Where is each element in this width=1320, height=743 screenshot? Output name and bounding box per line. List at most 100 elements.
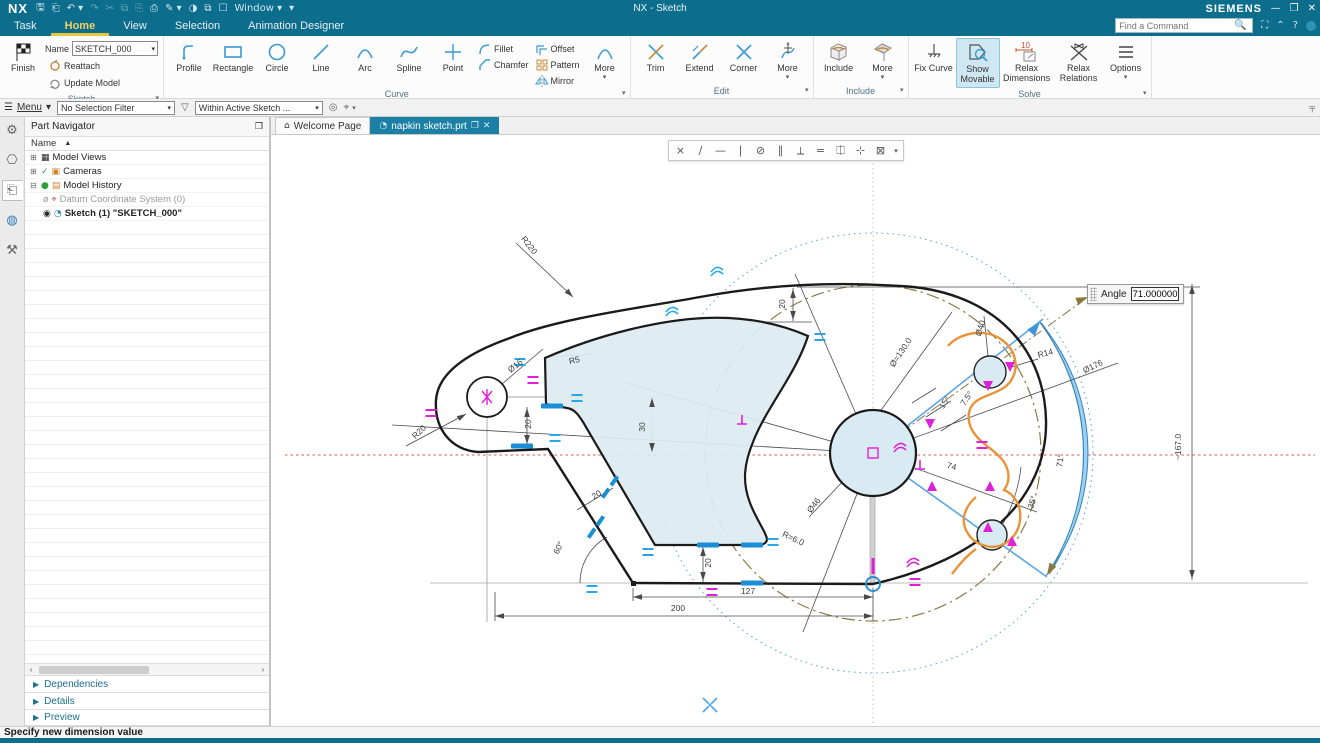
extend-button[interactable]: Extend <box>678 38 722 76</box>
sketch-options-button[interactable]: Options ▾ <box>1104 38 1148 84</box>
dimension-label[interactable]: 60° <box>551 540 566 556</box>
cut-icon[interactable]: ✂ <box>106 3 114 14</box>
find-command-box[interactable]: 🔍 <box>1115 18 1253 33</box>
pattern-button[interactable]: Pattern <box>532 57 583 72</box>
relax-relations-button[interactable]: Relax Relations <box>1054 38 1104 86</box>
dimension-label[interactable]: Ø=130.0 <box>887 336 914 369</box>
qat-customize-icon[interactable]: ▾ <box>289 3 294 14</box>
find-command-input[interactable] <box>1116 21 1234 31</box>
close-button[interactable]: ✕ <box>1308 3 1316 14</box>
dimension-label[interactable]: R=6.0 <box>781 529 806 548</box>
show-movable-button[interactable]: Show Movable <box>956 38 1000 88</box>
vertical-constraint-icon[interactable]: ❘ <box>731 142 750 159</box>
filter-icon[interactable]: ▽ <box>181 102 189 113</box>
toolbar-dropdown[interactable]: ▾ <box>891 142 901 159</box>
scroll-right-icon[interactable]: › <box>257 665 269 674</box>
selection-bar-overflow[interactable]: ╤ <box>1309 103 1315 112</box>
show-hide-icon[interactable]: ◑ <box>189 3 198 14</box>
tab-welcome-page[interactable]: ⌂ Welcome Page <box>275 117 370 134</box>
hidden-eye-icon[interactable]: ø <box>43 195 49 205</box>
dimension-edit-box[interactable]: Angle <box>1087 284 1184 304</box>
tree-item-sketch[interactable]: ◉ ◔ Sketch (1) "SKETCH_000" <box>25 207 269 221</box>
minimize-button[interactable]: — <box>1271 3 1281 14</box>
tree-item-cameras[interactable]: ⊞ ✓ ▣ Cameras <box>25 165 269 179</box>
print-icon[interactable]: ⎙ <box>150 3 158 14</box>
sketch-canvas[interactable]: R220Ø16R5R202030202060°20127200R=6.0Ø46Ø… <box>271 135 1320 726</box>
tab-task[interactable]: Task <box>0 17 51 36</box>
paste-icon[interactable]: ⎗ <box>52 3 60 14</box>
sketch-drawing[interactable]: R220Ø16R5R202030202060°20127200R=6.0Ø46Ø… <box>271 135 1320 726</box>
circle-button[interactable]: Circle <box>255 38 299 76</box>
dependencies-panel[interactable]: ▶ Dependencies <box>25 675 269 692</box>
minimize-ribbon-icon[interactable]: ⌃ <box>1276 20 1284 31</box>
rectangle-button[interactable]: Rectangle <box>211 38 255 76</box>
menu-button[interactable]: ☰ Menu ▾ <box>4 102 51 113</box>
expand-icon[interactable]: ⊞ <box>29 167 38 176</box>
selection-filter-select[interactable]: No Selection Filter▾ <box>57 101 175 115</box>
corner-button[interactable]: Corner <box>722 38 766 76</box>
horizontal-constraint-icon[interactable]: — <box>711 142 730 159</box>
selection-scope-select[interactable]: Within Active Sketch ...▾ <box>195 101 323 115</box>
spline-button[interactable]: Spline <box>387 38 431 76</box>
fullscreen-icon[interactable]: ⛶ <box>1261 20 1268 31</box>
help-icon[interactable]: ? <box>1293 20 1298 31</box>
tree-item-model-views[interactable]: ⊞ ▦ Model Views <box>25 151 269 165</box>
offset-button[interactable]: Offset <box>532 41 583 56</box>
tab-napkin-sketch[interactable]: ◔ napkin sketch.prt ❐ ✕ <box>370 117 499 134</box>
perpendicular-constraint-icon[interactable]: ⟂ <box>791 142 810 159</box>
curve-more-button[interactable]: More ▾ <box>583 38 627 84</box>
point-on-curve-constraint-icon[interactable]: ∕ <box>691 142 710 159</box>
user-presence-icon[interactable] <box>1306 21 1316 31</box>
trim-button[interactable]: Trim <box>634 38 678 76</box>
save-icon[interactable]: 🖫 <box>36 0 45 17</box>
tree-column-header[interactable]: Name▲ <box>25 136 269 151</box>
mirror-button[interactable]: Mirror <box>532 73 583 88</box>
midpoint-constraint-icon[interactable]: ⊹ <box>851 142 870 159</box>
assembly-navigator-tab[interactable]: ⎔ <box>2 150 23 171</box>
part-navigator-tab[interactable]: ⎗ <box>2 180 23 201</box>
preview-panel[interactable]: ▶ Preview <box>25 709 269 726</box>
auto-constrain-icon[interactable]: ⊠ <box>871 142 890 159</box>
pin-tab-icon[interactable]: ❐ <box>471 121 479 131</box>
redo-icon[interactable]: ↷ <box>90 3 98 14</box>
window-copy-icon[interactable]: ⧉ <box>204 3 211 14</box>
sketch-origin-icon[interactable] <box>703 698 717 712</box>
profile-button[interactable]: Profile <box>167 38 211 76</box>
dimension-label[interactable]: 20 <box>590 488 604 502</box>
dimension-label[interactable]: 20 <box>703 558 713 568</box>
tools-tab[interactable]: ⚒ <box>2 240 23 261</box>
symmetric-constraint-icon[interactable]: ⎅ <box>831 142 850 159</box>
search-icon[interactable]: 🔍 <box>1234 20 1246 31</box>
include-button[interactable]: Include <box>817 38 861 76</box>
dimension-label[interactable]: R14 <box>1036 346 1054 360</box>
equal-length-constraint-icon[interactable]: = <box>811 142 830 159</box>
tree-item-model-history[interactable]: ⊟ ● ▤ Model History <box>25 179 269 193</box>
close-tab-icon[interactable]: ✕ <box>483 121 491 131</box>
relax-dimensions-button[interactable]: 10 Relax Dimensions <box>1000 38 1054 86</box>
center-bore-circle[interactable] <box>830 410 916 496</box>
dimension-label[interactable]: 200 <box>671 603 685 613</box>
parallel-constraint-icon[interactable]: ∥ <box>771 142 790 159</box>
tab-home[interactable]: Home <box>51 17 110 36</box>
point-button[interactable]: Point <box>431 38 475 76</box>
window-menu[interactable]: Window ▾ <box>235 3 283 14</box>
reattach-button[interactable]: Reattach <box>45 58 158 73</box>
expand-icon[interactable]: ⊞ <box>29 153 38 162</box>
dimension-label[interactable]: 30 <box>637 422 647 432</box>
dimension-label[interactable]: 20 <box>777 299 787 309</box>
markup-icon[interactable]: ✎ ▾ <box>165 3 182 14</box>
dimension-label[interactable]: 35° <box>1025 495 1038 510</box>
include-group-label[interactable]: Include▾ <box>817 85 905 98</box>
undo-icon[interactable]: ↶ ▾ <box>67 3 84 14</box>
highlight-icon[interactable]: ◎ <box>329 102 338 113</box>
scrollbar-thumb[interactable] <box>39 666 149 674</box>
include-more-button[interactable]: More ▾ <box>861 38 905 84</box>
panel-window-icon[interactable]: ❒ <box>255 122 263 132</box>
restore-button[interactable]: ❐ <box>1290 3 1299 14</box>
dimension-label[interactable]: ~167.0 <box>1173 434 1183 461</box>
vertex-point[interactable] <box>631 581 636 586</box>
constraint-toolbar[interactable]: ⨯∕—❘⊘∥⟂=⎅⊹⊠▾ <box>668 140 904 161</box>
copy-icon[interactable]: ⧉ <box>121 3 128 14</box>
dimension-label[interactable]: 127 <box>741 586 755 596</box>
scroll-left-icon[interactable]: ‹ <box>25 665 37 674</box>
